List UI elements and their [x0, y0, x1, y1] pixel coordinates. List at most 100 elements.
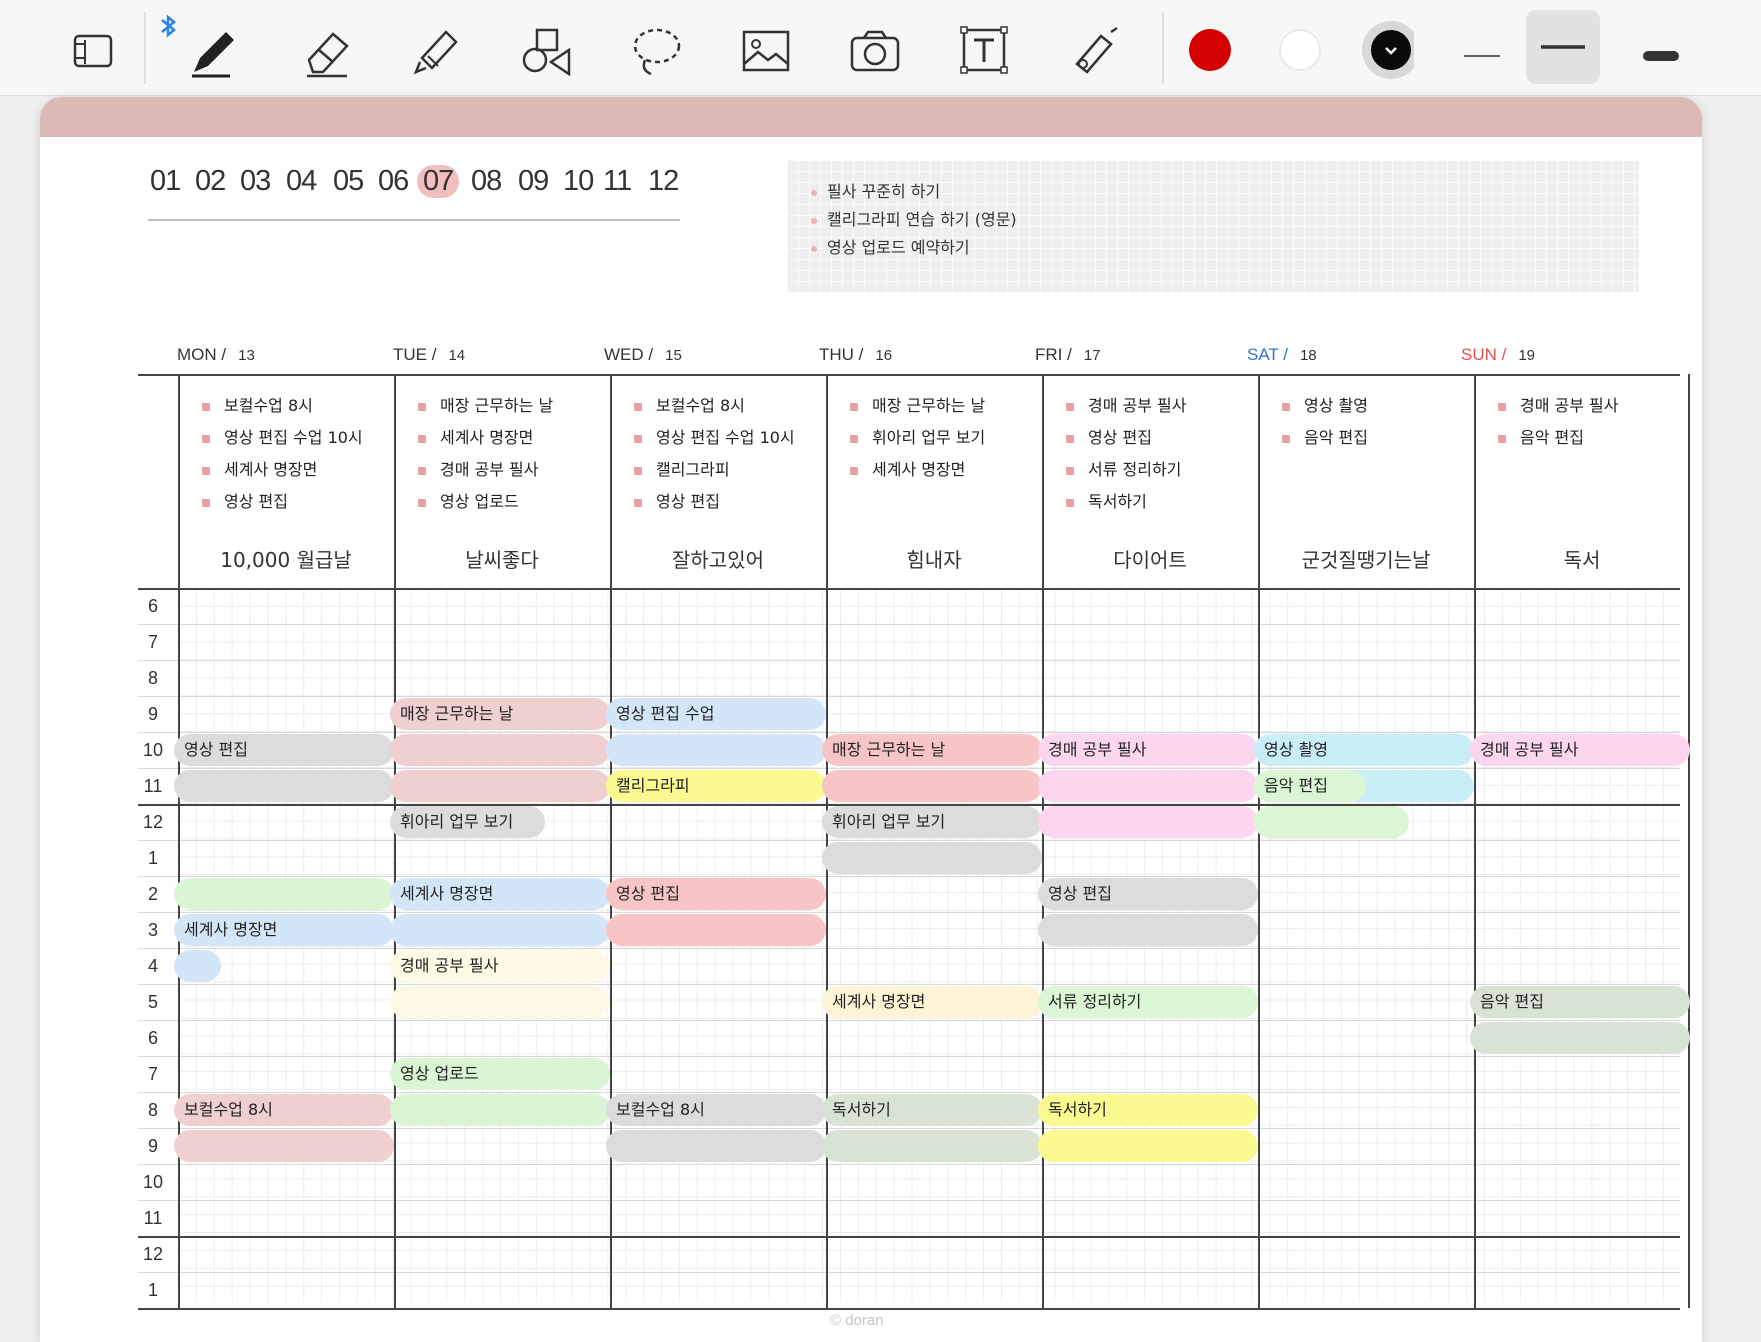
month-11[interactable]: 11 — [603, 165, 632, 198]
month-05[interactable]: 05 — [333, 165, 364, 198]
month-07[interactable]: 07 — [417, 165, 460, 198]
schedule-block[interactable]: 영상 촬영 — [1254, 734, 1474, 766]
schedule-block[interactable]: 보컬수업 8시 — [174, 1094, 394, 1126]
stroke-thin-button[interactable] — [1432, 10, 1512, 90]
schedule-block[interactable]: 휘아리 업무 보기 — [822, 806, 1042, 838]
stroke-medium-button[interactable] — [1526, 10, 1600, 84]
bullet-square-icon — [634, 498, 642, 507]
day-label: THU / — [819, 345, 864, 364]
stroke-thin-icon — [1464, 55, 1500, 57]
lasso-tool-button[interactable] — [615, 10, 695, 90]
month-10[interactable]: 10 — [563, 165, 594, 198]
todo-text: 매장 근무하는 날 — [872, 396, 986, 415]
schedule-block[interactable]: 보컬수업 8시 — [606, 1094, 826, 1126]
day-label: FRI / — [1035, 345, 1072, 364]
hour-line — [138, 1020, 1680, 1021]
hour-label: 10 — [142, 740, 164, 760]
schedule-block[interactable]: 세계사 명장면 — [174, 914, 394, 946]
day-sticker: 군것질땡기는날 — [1301, 548, 1431, 572]
sidebar-toggle-button[interactable] — [53, 10, 133, 90]
schedule-block[interactable]: 영상 편집 — [1038, 878, 1258, 910]
bullet-square-icon — [1282, 402, 1290, 411]
schedule-block[interactable] — [606, 914, 826, 946]
schedule-block[interactable] — [174, 770, 394, 802]
todo-text: 보컬수업 8시 — [224, 396, 313, 415]
month-03[interactable]: 03 — [240, 165, 271, 198]
schedule-block[interactable]: 독서하기 — [822, 1094, 1042, 1126]
schedule-block[interactable]: 영상 편집 — [174, 734, 394, 766]
schedule-block[interactable] — [174, 1130, 394, 1162]
day-column-line — [1688, 374, 1690, 1308]
schedule-block[interactable] — [174, 950, 222, 982]
image-tool-button[interactable] — [724, 10, 804, 90]
camera-tool-button[interactable] — [834, 10, 914, 90]
schedule-block[interactable]: 매장 근무하는 날 — [390, 698, 610, 730]
bullet-square-icon — [202, 434, 210, 443]
bullet-square-icon — [418, 498, 426, 507]
todo-text: 매장 근무하는 날 — [440, 396, 554, 415]
schedule-block[interactable] — [1254, 806, 1410, 838]
hour-label: 8 — [147, 1100, 158, 1120]
hour-label: 6 — [147, 596, 158, 616]
text-tool-button[interactable] — [944, 10, 1024, 90]
month-02[interactable]: 02 — [195, 165, 226, 198]
schedule-block[interactable] — [174, 878, 394, 910]
schedule-block[interactable]: 영상 편집 — [606, 878, 826, 910]
schedule-block[interactable]: 세계사 명장면 — [390, 878, 610, 910]
schedule-block[interactable] — [606, 1130, 826, 1162]
schedule-block[interactable]: 음악 편집 — [1470, 986, 1690, 1018]
todo-item: 영상 업로드 — [418, 488, 519, 512]
schedule-block[interactable] — [822, 842, 1042, 874]
month-09[interactable]: 09 — [518, 165, 549, 198]
color-white-button[interactable] — [1252, 10, 1332, 90]
eraser-tool-button[interactable] — [285, 10, 365, 90]
schedule-block[interactable]: 매장 근무하는 날 — [822, 734, 1042, 766]
schedule-block[interactable] — [822, 770, 1042, 802]
schedule-block[interactable] — [822, 1130, 1042, 1162]
schedule-block[interactable] — [390, 770, 610, 802]
month-04[interactable]: 04 — [286, 165, 317, 198]
shapes-tool-button[interactable] — [505, 10, 585, 90]
schedule-block[interactable]: 서류 정리하기 — [1038, 986, 1258, 1018]
month-01[interactable]: 01 — [150, 165, 181, 198]
schedule-block[interactable] — [390, 734, 610, 766]
pen-tool-button[interactable] — [174, 10, 254, 90]
todo-item: 영상 편집 수업 10시 — [634, 424, 795, 448]
laser-pointer-tool-button[interactable] — [1053, 10, 1133, 90]
todo-item: 음악 편집 — [1498, 424, 1584, 448]
schedule-block[interactable]: 독서하기 — [1038, 1094, 1258, 1126]
schedule-block[interactable]: 영상 업로드 — [390, 1058, 610, 1090]
schedule-block[interactable]: 경매 공부 필사 — [1470, 734, 1690, 766]
schedule-block[interactable] — [390, 986, 610, 1018]
hour-label: 1 — [147, 1280, 158, 1300]
month-08[interactable]: 08 — [471, 165, 502, 198]
schedule-block[interactable] — [1470, 1022, 1690, 1054]
color-black-button[interactable] — [1342, 10, 1422, 90]
schedule-block[interactable] — [390, 914, 610, 946]
month-12[interactable]: 12 — [648, 165, 679, 198]
schedule-block[interactable] — [1038, 914, 1258, 946]
schedule-block[interactable]: 캘리그라피 — [606, 770, 826, 802]
schedule-block[interactable]: 휘아리 업무 보기 — [390, 806, 546, 838]
highlighter-tool-button[interactable] — [394, 10, 474, 90]
schedule-block[interactable]: 경매 공부 필사 — [390, 950, 610, 982]
schedule-block[interactable]: 영상 편집 수업 — [606, 698, 826, 730]
bullet-square-icon — [1498, 402, 1506, 411]
schedule-block[interactable]: 세계사 명장면 — [822, 986, 1042, 1018]
schedule-block[interactable]: 경매 공부 필사 — [1038, 734, 1258, 766]
day-date: 19 — [1518, 347, 1536, 364]
hour-line — [138, 660, 1680, 661]
todo-text: 경매 공부 필사 — [440, 460, 539, 479]
schedule-block[interactable] — [606, 734, 826, 766]
schedule-block[interactable]: 음악 편집 — [1254, 770, 1366, 802]
schedule-block[interactable] — [1038, 770, 1258, 802]
color-red-button[interactable] — [1162, 10, 1242, 90]
month-06[interactable]: 06 — [378, 165, 409, 198]
schedule-block[interactable] — [1038, 1130, 1258, 1162]
schedule-block[interactable] — [390, 1094, 610, 1126]
day-date: 17 — [1083, 347, 1101, 364]
day-sticker: 힘내자 — [906, 548, 962, 572]
day-label: SAT / — [1247, 345, 1288, 364]
stroke-thick-button[interactable] — [1620, 10, 1700, 90]
schedule-block[interactable] — [1038, 806, 1258, 838]
